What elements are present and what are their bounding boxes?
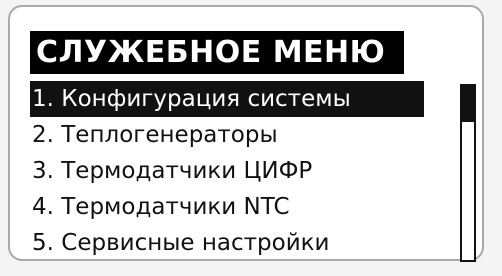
- menu-item-system-configuration[interactable]: 1. Конфигурация системы: [30, 81, 424, 117]
- menu-item-ntc-temperature-sensors[interactable]: 4. Термодатчики NTC: [30, 189, 430, 225]
- menu-item-service-settings[interactable]: 5. Сервисные настройки: [30, 225, 430, 261]
- menu-item-heat-generators[interactable]: 2. Теплогенераторы: [30, 117, 430, 153]
- menu-scrollbar[interactable]: [460, 84, 476, 262]
- lcd-screen: СЛУЖЕБНОЕ МЕНЮ 1. Конфигурация системы 2…: [30, 31, 478, 262]
- service-menu: 1. Конфигурация системы 2. Теплогенерато…: [30, 81, 430, 261]
- screen-title: СЛУЖЕБНОЕ МЕНЮ: [30, 31, 404, 74]
- menu-item-digital-temperature-sensors[interactable]: 3. Термодатчики ЦИФР: [30, 153, 430, 189]
- scrollbar-thumb[interactable]: [462, 86, 474, 122]
